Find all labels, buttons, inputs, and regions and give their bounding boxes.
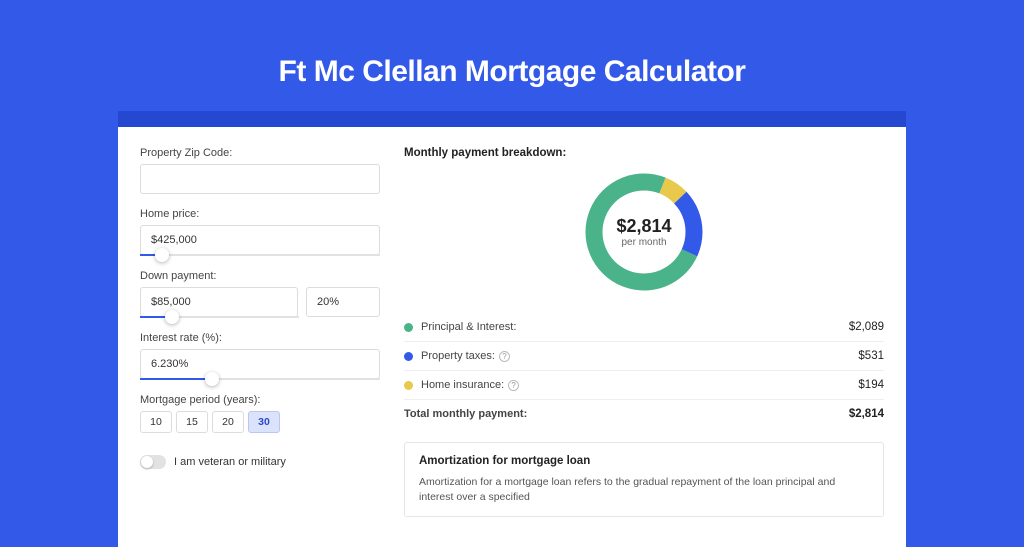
down-payment-label: Down payment: [140,270,380,282]
legend-label: Property taxes:? [421,350,858,362]
donut-sub: per month [621,237,666,248]
legend-dot [404,323,413,332]
slider-thumb[interactable] [165,310,179,324]
slider-thumb[interactable] [155,248,169,262]
home-price-field: Home price: [140,208,380,256]
down-payment-input[interactable] [140,287,298,317]
period-button-10[interactable]: 10 [140,411,172,433]
legend-label: Home insurance:? [421,379,858,391]
amortization-title: Amortization for mortgage loan [419,455,869,467]
amortization-text: Amortization for a mortgage loan refers … [419,475,869,504]
donut-chart: $2,814 per month [581,169,707,295]
period-buttons: 10152030 [140,411,380,433]
legend-total-label: Total monthly payment: [404,408,849,420]
home-price-input[interactable] [140,225,380,255]
interest-label: Interest rate (%): [140,332,380,344]
down-payment-slider[interactable] [140,316,299,318]
veteran-row: I am veteran or military [140,455,380,469]
interest-input[interactable] [140,349,380,379]
page-title: Ft Mc Clellan Mortgage Calculator [279,55,746,89]
down-payment-pct-input[interactable] [306,287,380,317]
veteran-toggle[interactable] [140,455,166,469]
legend-row: Principal & Interest:$2,089 [404,313,884,342]
zip-label: Property Zip Code: [140,147,380,159]
donut-amount: $2,814 [616,216,671,237]
home-price-label: Home price: [140,208,380,220]
legend-total-value: $2,814 [849,408,884,420]
toggle-knob [141,456,153,468]
interest-field: Interest rate (%): [140,332,380,380]
legend-value: $2,089 [849,321,884,333]
veteran-label: I am veteran or military [174,456,286,468]
legend-label: Principal & Interest: [421,321,849,333]
page-root: Ft Mc Clellan Mortgage Calculator Proper… [0,0,1024,512]
amortization-card: Amortization for mortgage loan Amortizat… [404,442,884,517]
zip-field: Property Zip Code: [140,147,380,194]
calculator-card: Property Zip Code: Home price: Down paym… [118,127,906,547]
breakdown-column: Monthly payment breakdown: $2,814 per mo… [404,147,884,547]
legend-row: Home insurance:?$194 [404,371,884,400]
legend: Principal & Interest:$2,089Property taxe… [404,313,884,428]
legend-total-row: Total monthly payment:$2,814 [404,400,884,428]
donut-center: $2,814 per month [581,169,707,295]
legend-dot [404,381,413,390]
slider-thumb[interactable] [205,372,219,386]
period-button-30[interactable]: 30 [248,411,280,433]
period-button-20[interactable]: 20 [212,411,244,433]
home-price-slider[interactable] [140,254,380,256]
legend-value: $531 [858,350,884,362]
inner-band: Property Zip Code: Home price: Down paym… [118,111,906,547]
info-icon[interactable]: ? [499,351,510,362]
period-button-15[interactable]: 15 [176,411,208,433]
legend-value: $194 [858,379,884,391]
down-payment-field: Down payment: [140,270,380,318]
interest-slider[interactable] [140,378,380,380]
zip-input[interactable] [140,164,380,194]
period-label: Mortgage period (years): [140,394,380,406]
legend-row: Property taxes:?$531 [404,342,884,371]
donut-chart-wrap: $2,814 per month [404,169,884,295]
form-column: Property Zip Code: Home price: Down paym… [140,147,380,547]
period-field: Mortgage period (years): 10152030 [140,394,380,433]
legend-dot [404,352,413,361]
info-icon[interactable]: ? [508,380,519,391]
breakdown-title: Monthly payment breakdown: [404,147,884,159]
